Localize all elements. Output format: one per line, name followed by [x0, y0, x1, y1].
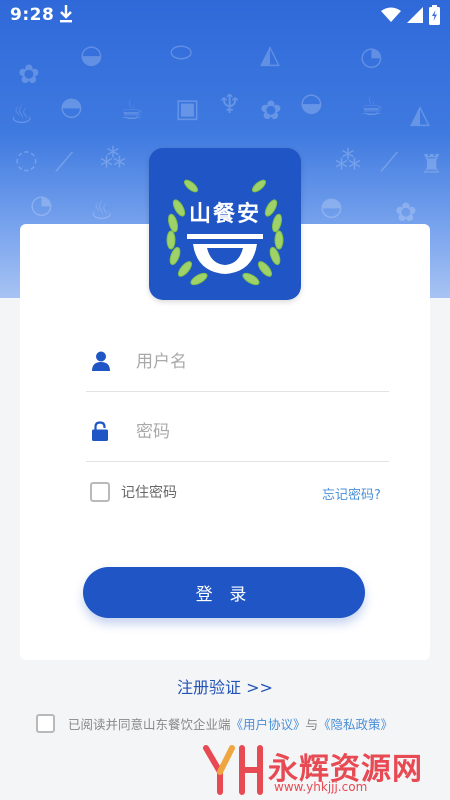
food-doodle-icon: ✿	[260, 96, 282, 126]
food-doodle-icon: ◒	[300, 88, 323, 118]
signal-icon	[407, 7, 423, 28]
food-doodle-icon: ⬭	[170, 38, 193, 68]
remember-label: 记住密码	[121, 485, 177, 501]
agreement-conjunction: 与	[305, 717, 319, 732]
food-doodle-icon: ♜	[420, 150, 444, 180]
watermark-url: www.yhkjjj.com	[274, 780, 368, 794]
privacy-policy-link[interactable]: 《隐私政策》	[318, 717, 393, 732]
wifi-icon	[381, 7, 401, 28]
food-doodle-icon: ◔	[30, 190, 53, 220]
agreement-text: 已阅读并同意山东餐饮企业端《用户协议》与《隐私政策》	[68, 714, 393, 733]
battery-charging-icon	[429, 5, 440, 30]
food-doodle-icon: ⁂	[100, 144, 126, 174]
password-field	[86, 401, 389, 462]
site-watermark: 永辉资源网 www.yhkjjj.com	[202, 742, 444, 796]
food-doodle-icon: ⁂	[335, 146, 361, 176]
username-field	[86, 331, 389, 392]
status-bar: 9:28	[0, 0, 450, 32]
food-doodle-icon: ◭	[410, 100, 430, 130]
agreement-checkbox[interactable]	[36, 714, 55, 733]
password-input[interactable]	[134, 419, 378, 445]
username-input[interactable]	[134, 349, 378, 375]
food-doodle-icon: ▣	[175, 94, 200, 124]
food-doodle-icon: ⟋	[380, 148, 399, 178]
food-doodle-icon: ♨	[90, 196, 114, 226]
food-doodle-icon: ◓	[320, 192, 343, 222]
food-doodle-icon: ♨	[10, 100, 34, 130]
agreement-row: 已阅读并同意山东餐饮企业端《用户协议》与《隐私政策》	[36, 714, 393, 733]
watermark-logo-icon	[203, 745, 263, 795]
food-doodle-icon: ◭	[260, 40, 280, 70]
login-button[interactable]: 登 录	[83, 567, 365, 618]
food-doodle-icon: ☕	[120, 96, 144, 126]
food-doodle-icon: ✿	[18, 60, 40, 90]
remember-checkbox[interactable]	[90, 482, 110, 502]
food-doodle-icon: ◒	[80, 40, 103, 70]
download-icon	[58, 3, 74, 30]
lock-icon	[92, 421, 110, 441]
food-doodle-icon: ◓	[60, 92, 83, 122]
remember-password[interactable]: 记住密码	[90, 482, 177, 502]
status-time: 9:28	[10, 5, 55, 25]
food-doodle-icon: ♆	[218, 90, 242, 120]
food-doodle-icon: ◌	[15, 145, 38, 175]
agreement-prefix: 已阅读并同意山东餐饮企业端	[68, 717, 231, 732]
user-agreement-link[interactable]: 《用户协议》	[231, 717, 306, 732]
app-logo: 山餐安	[149, 148, 301, 300]
status-icons	[381, 5, 440, 30]
food-doodle-icon: ◔	[360, 42, 383, 72]
forgot-password-link[interactable]: 忘记密码?	[322, 484, 381, 503]
logo-title: 山餐安	[188, 202, 261, 227]
food-doodle-icon: ⟋	[55, 148, 74, 178]
food-doodle-icon: ☕	[360, 92, 384, 122]
register-link[interactable]: 注册验证 >>	[0, 674, 450, 698]
user-icon	[92, 351, 110, 371]
